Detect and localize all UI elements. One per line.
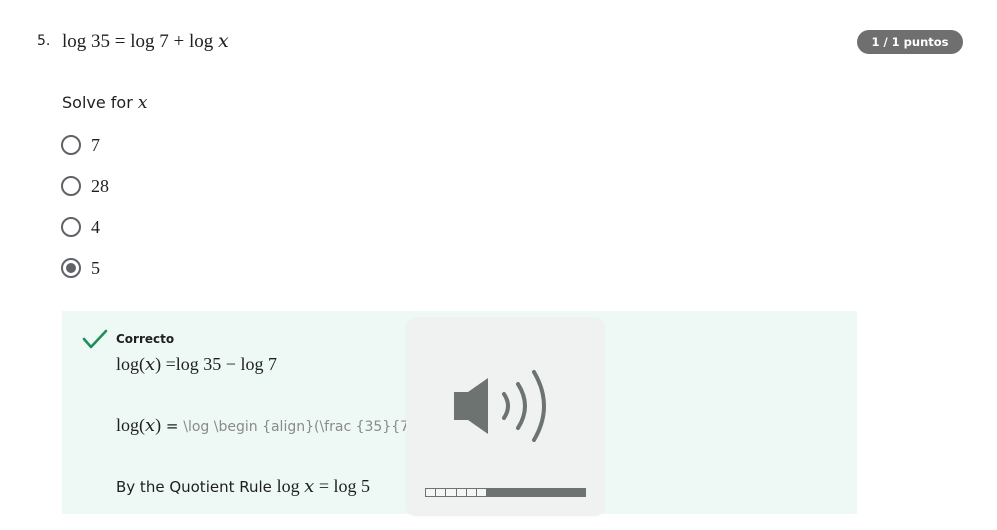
prompt-text: Solve for [62, 93, 133, 112]
radio-button-icon[interactable] [61, 217, 81, 237]
radio-button-icon[interactable] [61, 176, 81, 196]
answer-option-2[interactable]: 28 [61, 175, 109, 197]
explanation-equals: = [161, 417, 184, 435]
answer-option-1[interactable]: 7 [61, 134, 100, 156]
question-number: 5. [37, 33, 51, 49]
radio-button-icon[interactable] [61, 135, 81, 155]
explanation-line-3: By the Quotient Rule log 𝑥 = log 5 [116, 476, 370, 497]
answer-option-4[interactable]: 5 [61, 257, 100, 279]
prompt-variable: 𝑥 [137, 93, 148, 112]
explanation-text: By the Quotient Rule [116, 478, 277, 496]
question-title: log 35 = log 7 + log 𝑥 [62, 31, 229, 52]
volume-overlay [406, 318, 604, 516]
volume-empty-segments [425, 488, 488, 497]
feedback-status: Correcto [116, 332, 175, 346]
option-label: 5 [91, 257, 100, 278]
explanation-line-2: log(𝑥) = \log \begin {align}(\frac {35}{… [116, 415, 409, 436]
speaker-volume-icon [454, 370, 546, 442]
checkmark-icon [82, 329, 108, 349]
volume-level-bar [425, 488, 586, 497]
question-prompt: Solve for 𝑥 [62, 93, 147, 113]
unrendered-latex: \log \begin {align}(\frac {35}{7 [183, 419, 410, 435]
explanation-math: log(𝑥) [116, 415, 162, 435]
answer-option-3[interactable]: 4 [61, 216, 100, 238]
option-label: 28 [91, 175, 109, 196]
option-label: 4 [91, 216, 100, 237]
explanation-line-1: log(𝑥) =log 35 − log 7 [116, 354, 277, 374]
explanation-math: log 𝑥 = log 5 [276, 476, 370, 496]
volume-filled [486, 488, 586, 497]
radio-button-selected-icon[interactable] [61, 258, 81, 278]
points-badge: 1 / 1 puntos [857, 30, 963, 54]
option-label: 7 [91, 134, 100, 155]
